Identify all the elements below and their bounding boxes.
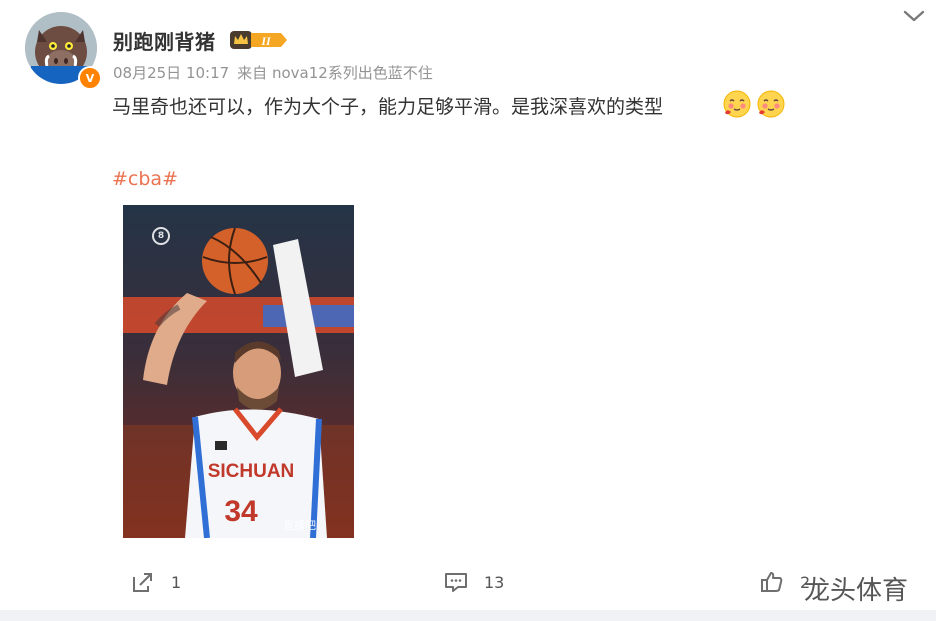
blush-emoji-icon: [723, 90, 751, 118]
share-icon: [133, 573, 152, 592]
username[interactable]: 别跑刚背猪: [113, 26, 216, 55]
share-count: 1: [171, 572, 182, 592]
photo-watermark: 直播吧: [283, 519, 316, 532]
like-button[interactable]: 2: [760, 570, 810, 594]
chevron-down-icon: [903, 10, 925, 22]
verified-badge: V: [78, 66, 102, 90]
vip-badge[interactable]: II: [229, 28, 289, 56]
jersey-number: 34: [224, 495, 258, 528]
basketball-player-photo: SICHUAN 34: [123, 205, 354, 538]
site-watermark: 龙头体育: [804, 576, 909, 606]
comment-button[interactable]: 13: [444, 570, 504, 594]
hashtag-link[interactable]: #cba#: [112, 168, 178, 190]
post-photo[interactable]: SICHUAN 34: [123, 205, 354, 538]
share-button[interactable]: 1: [131, 570, 181, 594]
crown-icon: [230, 31, 252, 49]
feed-separator: [0, 610, 936, 621]
post-text: 马里奇也还可以，作为大个子，能力足够平滑。是我深喜欢的类型: [112, 96, 664, 118]
post-meta: 08月25日 10:17 来自 nova12系列出色蓝不住: [113, 62, 433, 83]
jersey-text: SICHUAN: [208, 461, 295, 482]
photo-logo: 8: [152, 227, 170, 245]
comment-icon: [445, 573, 467, 592]
thumbs-up-icon: [761, 572, 783, 592]
post-menu-button[interactable]: [901, 6, 927, 26]
post-date[interactable]: 08月25日 10:17: [113, 64, 229, 82]
comment-count: 13: [484, 572, 505, 592]
post-source[interactable]: 来自 nova12系列出色蓝不住: [237, 64, 433, 82]
weibo-post-card: V 别跑刚背猪 II 08月25日 10:17 来自 nova12系列出色蓝不住 …: [0, 0, 936, 610]
vip-level: II: [260, 34, 272, 48]
blush-emoji-icon: [757, 90, 785, 118]
